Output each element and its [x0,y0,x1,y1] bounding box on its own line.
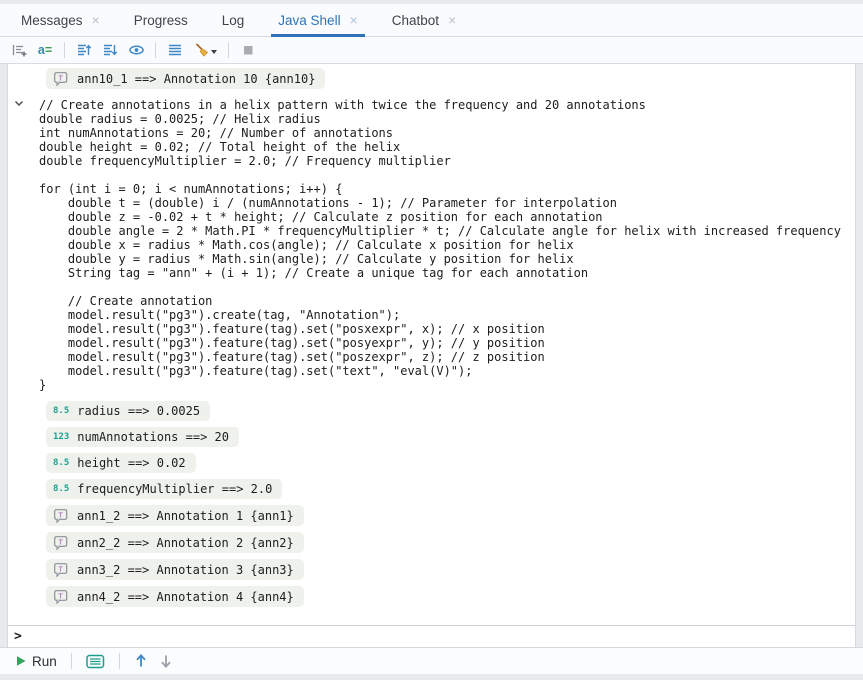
result-chip: 8.5 frequencyMultiplier ==> 2.0 [46,479,282,499]
result-text: ann10_1 ==> Annotation 10 {ann10} [77,72,315,86]
annotation-icon: T [53,589,69,604]
history-up-button[interactable] [132,653,150,669]
result-text: ann4_2 ==> Annotation 4 {ann4} [77,590,294,604]
console-input-line[interactable]: > [8,625,855,647]
result-chip: 123 numAnnotations ==> 20 [46,427,239,447]
result-text: ann2_2 ==> Annotation 2 {ann2} [77,536,294,550]
result-text: height ==> 0.02 [77,456,185,470]
broom-icon[interactable] [189,39,221,61]
int-type-badge: 123 [53,432,69,442]
up-arrow-icon [134,653,148,669]
result-chip: Tann1_2 ==> Annotation 1 {ann1} [46,505,304,526]
double-type-badge: 8.5 [53,484,69,494]
result-text: radius ==> 0.0025 [77,404,200,418]
run-button-label: Run [32,654,57,669]
tab-label: Log [222,13,245,28]
result-chip: 8.5 radius ==> 0.0025 [46,401,210,421]
result-chip: Tann3_2 ==> Annotation 3 {ann3} [46,559,304,580]
a-equals-icon: a= [38,43,52,57]
console-panel: Tann10_1 ==> Annotation 10 {ann10} // Cr… [7,64,856,647]
tab-close-icon[interactable]: × [350,13,358,27]
play-icon [15,655,27,667]
runbar-separator [119,653,120,669]
result-text: ann1_2 ==> Annotation 1 {ann1} [77,509,294,523]
console-output: Tann10_1 ==> Annotation 10 {ann10} // Cr… [8,64,855,625]
svg-text:T: T [58,510,63,519]
code-block-wrap: // Create annotations in a helix pattern… [39,98,855,392]
toolbar-separator [228,42,229,58]
prompt-character: > [14,629,22,644]
stop-icon[interactable] [236,39,260,61]
result-text: frequencyMultiplier ==> 2.0 [77,482,272,496]
down-arrow-icon [159,653,173,669]
toolbar-separator [155,42,156,58]
result-text: numAnnotations ==> 20 [77,430,229,444]
results-list: 8.5 radius ==> 0.0025 123 numAnnotations ==… [8,401,855,607]
svg-text:T: T [58,537,63,546]
svg-text:T: T [58,73,63,82]
annotation-icon: T [53,562,69,577]
runbar-separator [71,653,72,669]
top-result-slot: Tann10_1 ==> Annotation 10 {ann10} [8,68,855,89]
svg-text:T: T [58,564,63,573]
scroll-up-icon[interactable] [72,39,96,61]
eye-icon[interactable] [124,39,148,61]
result-chip: Tann10_1 ==> Annotation 10 {ann10} [46,68,325,89]
console-log-icon[interactable] [84,654,107,669]
tab-chatbot[interactable]: Chatbot × [375,4,473,36]
dropdown-caret-icon [211,50,217,57]
scroll-down-icon[interactable] [98,39,122,61]
fold-chevron-icon[interactable] [14,100,24,107]
java-shell-tool-window: Messages×ProgressLogJava Shell×Chatbot× … [0,0,863,680]
annotation-icon: T [53,508,69,523]
toolbar-separator [64,42,65,58]
annotation-icon: T [53,71,69,86]
result-chip: Tann4_2 ==> Annotation 4 {ann4} [46,586,304,607]
list-icon[interactable] [163,39,187,61]
lines-plus-icon[interactable] [7,39,31,61]
show-value-icon[interactable]: a= [33,39,57,61]
tab-log[interactable]: Log [205,4,262,36]
annotation-icon: T [53,535,69,550]
tab-close-icon[interactable]: × [448,13,456,27]
run-bar: Run [0,647,863,674]
result-text: ann3_2 ==> Annotation 3 {ann3} [77,563,294,577]
code-block: // Create annotations in a helix pattern… [39,98,855,392]
tab-bar: Messages × Progress Log Java Shell × Chatbot × [0,4,863,37]
svg-text:T: T [58,591,63,600]
console-toolbar: a= [0,37,863,64]
result-chip: Tann2_2 ==> Annotation 2 {ann2} [46,532,304,553]
tab-label: Chatbot [392,13,439,28]
tab-label: Java Shell [278,13,340,28]
tab-label: Messages [21,13,83,28]
run-button[interactable]: Run [13,654,59,669]
tab-java-shell[interactable]: Java Shell × [261,4,374,36]
history-down-button[interactable] [157,653,175,669]
double-type-badge: 8.5 [53,406,69,416]
tab-close-icon[interactable]: × [92,13,100,27]
tab-progress[interactable]: Progress [117,4,205,36]
tab-label: Progress [134,13,188,28]
tab-messages[interactable]: Messages × [4,4,117,36]
window-bottom-strip [0,674,863,680]
result-chip: 8.5 height ==> 0.02 [46,453,196,473]
double-type-badge: 8.5 [53,458,69,468]
